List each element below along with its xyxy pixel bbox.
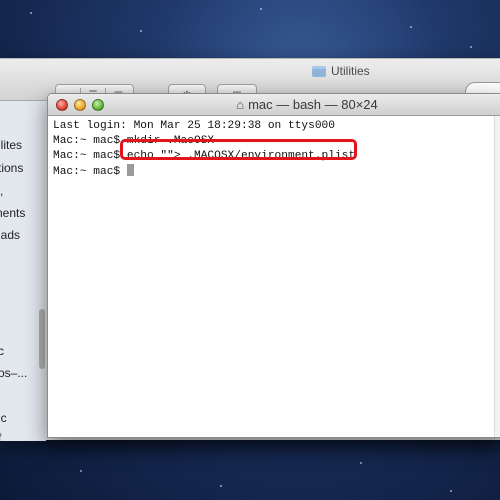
terminal-prompt-line[interactable]: Mac:~ mac$ <box>53 164 496 179</box>
finder-title: Utilities <box>312 64 370 78</box>
terminal-titlebar[interactable]: ⌂ mac — bash — 80×24 <box>48 94 500 116</box>
terminal-title: ⌂ mac — bash — 80×24 <box>48 97 500 112</box>
sidebar-scrollbar[interactable] <box>39 309 45 369</box>
home-icon: ⌂ <box>236 97 245 112</box>
sidebar-item[interactable]: tions <box>0 161 23 175</box>
sidebar-item[interactable]: c <box>0 344 4 358</box>
folder-icon <box>312 65 326 77</box>
text-cursor <box>126 164 134 176</box>
terminal-line: Last login: Mon Mar 25 18:29:38 on ttys0… <box>53 120 335 132</box>
terminal-scrollbar[interactable] <box>494 116 500 437</box>
sidebar-item[interactable]: iads <box>0 228 20 242</box>
finder-title-label: Utilities <box>331 64 370 78</box>
command-highlight-box <box>120 139 357 160</box>
sidebar-item[interactable]: , <box>0 184 3 198</box>
sidebar-item[interactable]: os–... <box>0 366 27 380</box>
sidebar-item[interactable]: nents <box>0 206 25 220</box>
finder-sidebar: ilites tions , nents iads c os–... ic f <box>0 101 46 441</box>
sidebar-item[interactable]: ic <box>0 411 7 425</box>
sidebar-item[interactable]: ilites <box>0 138 22 152</box>
terminal-title-label: mac — bash — 80×24 <box>248 97 378 112</box>
terminal-window[interactable]: ⌂ mac — bash — 80×24 Last login: Mon Mar … <box>47 93 500 438</box>
sidebar-item[interactable]: f <box>0 431 1 441</box>
terminal-prompt: Mac:~ mac$ <box>53 166 127 178</box>
